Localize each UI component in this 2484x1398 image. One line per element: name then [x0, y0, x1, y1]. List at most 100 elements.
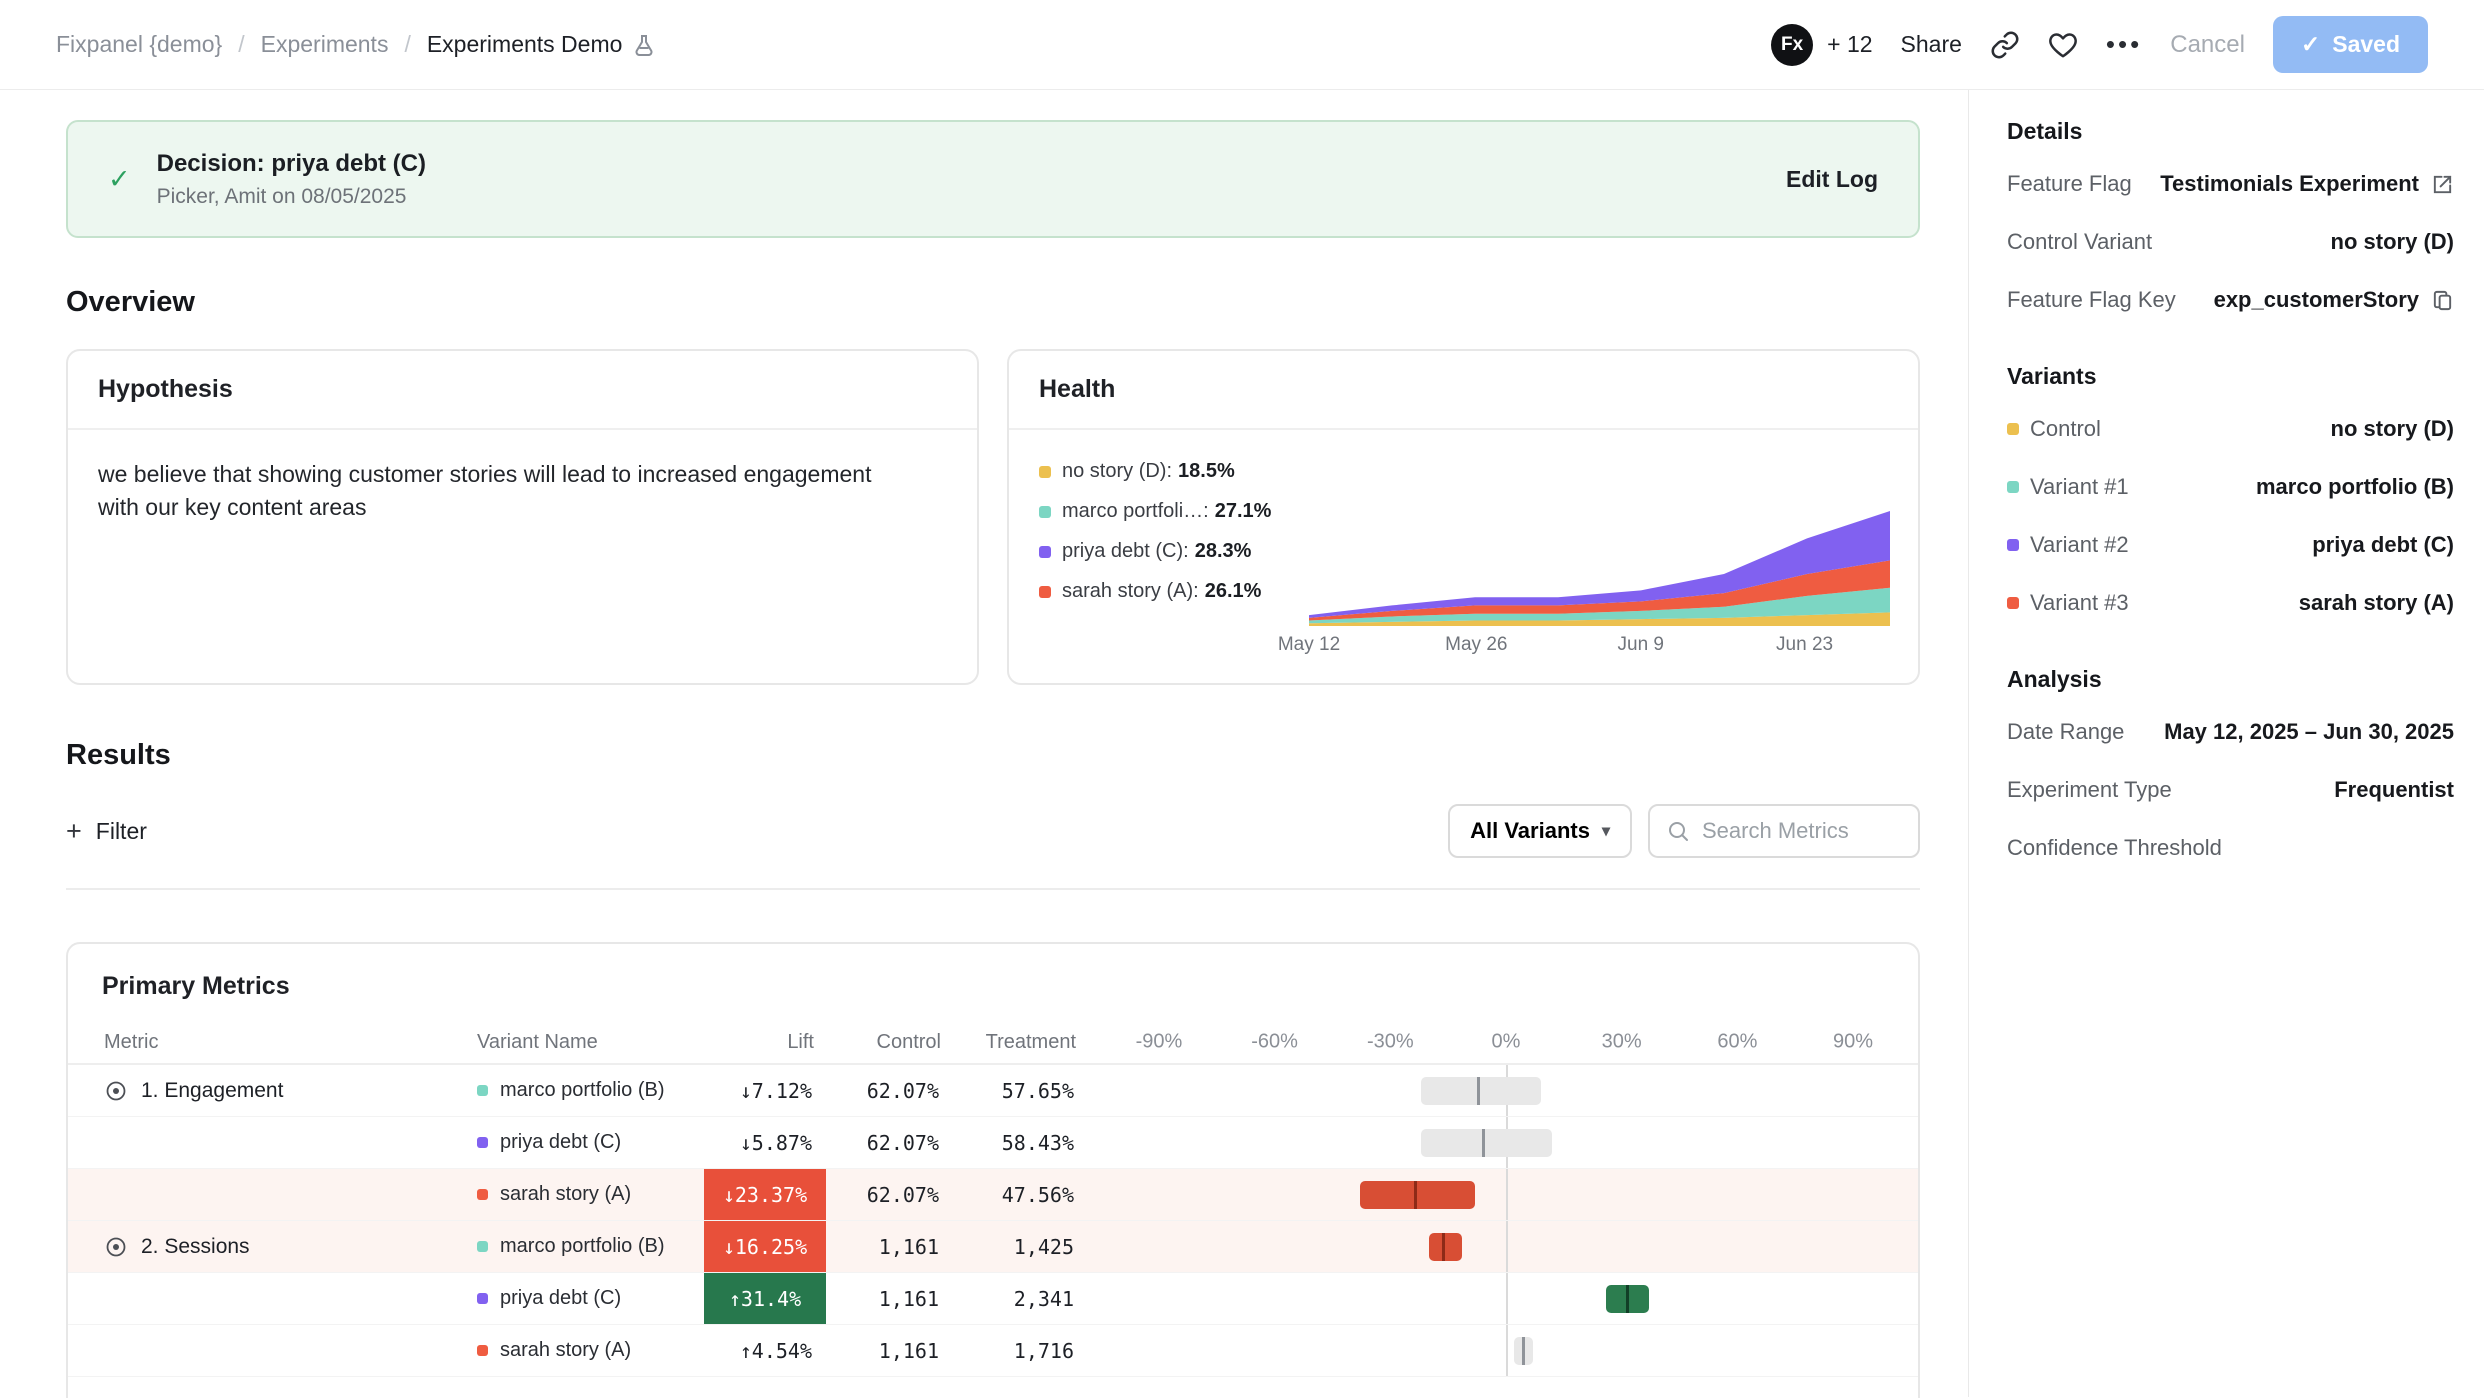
- control-cell: 1,161: [826, 1287, 953, 1311]
- sidebar-label: Variant #3: [2007, 590, 2129, 616]
- metric-row[interactable]: 1. Engagementmarco portfolio (B)↓7.12%62…: [68, 1065, 1918, 1117]
- health-card: Health no story (D):18.5%marco portfoli……: [1007, 349, 1920, 685]
- search-box[interactable]: [1648, 804, 1920, 858]
- variants-dropdown[interactable]: All Variants ▾: [1448, 804, 1632, 858]
- point-estimate-tick: [1414, 1181, 1417, 1209]
- zero-line: [1506, 1221, 1508, 1272]
- details-sidebar: Details Feature FlagTestimonials Experim…: [1968, 90, 2484, 1397]
- point-estimate-tick: [1477, 1077, 1480, 1105]
- metric-row[interactable]: sarah story (A)↓23.37%62.07%47.56%: [68, 1169, 1918, 1221]
- variant-cell: priya debt (C): [477, 1287, 704, 1310]
- sidebar-value: May 12, 2025 – Jun 30, 2025: [2164, 719, 2454, 745]
- metrics-table-header: Metric Variant Name Lift Control Treatme…: [68, 1021, 1918, 1065]
- control-cell: 62.07%: [826, 1183, 953, 1207]
- col-treatment: Treatment: [953, 1031, 1088, 1054]
- sidebar-value[interactable]: Testimonials Experiment: [2160, 171, 2454, 197]
- variant-swatch: [477, 1293, 488, 1304]
- target-icon: [104, 1235, 128, 1259]
- lift-cell: ↑31.4%: [704, 1273, 826, 1324]
- axis-tick-label: -30%: [1367, 1031, 1414, 1054]
- sidebar-label: Experiment Type: [2007, 777, 2172, 803]
- legend-value: 26.1%: [1205, 580, 1262, 603]
- variant-swatch: [477, 1241, 488, 1252]
- metric-row[interactable]: priya debt (C)↓5.87%62.07%58.43%: [68, 1117, 1918, 1169]
- favorite-heart-icon[interactable]: [2048, 30, 2078, 60]
- zero-line: [1506, 1325, 1508, 1376]
- metric-name: 2. Sessions: [141, 1235, 250, 1259]
- axis-tick-label: 30%: [1602, 1031, 1642, 1054]
- lift-cell: ↓5.87%: [704, 1117, 826, 1168]
- check-icon: ✓: [108, 164, 131, 195]
- topbar: Fixpanel {demo}/Experiments/Experiments …: [0, 0, 2484, 90]
- saved-button[interactable]: ✓ Saved: [2273, 16, 2428, 73]
- x-axis-label: May 26: [1445, 634, 1507, 656]
- sidebar-row: Feature Flag Keyexp_customerStory: [2007, 271, 2454, 329]
- control-cell: 1,161: [826, 1339, 953, 1363]
- sidebar-row: Variant #2priya debt (C): [2007, 516, 2454, 574]
- axis-tick-label: 60%: [1717, 1031, 1757, 1054]
- overview-heading: Overview: [66, 286, 1920, 319]
- clipboard-icon: [2431, 289, 2454, 312]
- collaborator-count[interactable]: + 12: [1827, 31, 1872, 58]
- avatar[interactable]: Fx: [1771, 24, 1813, 66]
- treatment-cell: 1,425: [953, 1235, 1088, 1259]
- legend-swatch: [1039, 466, 1051, 478]
- sidebar-label: Variant #1: [2007, 474, 2129, 500]
- breadcrumb-item[interactable]: Fixpanel {demo}: [56, 31, 222, 58]
- metric-row[interactable]: sarah story (A)↑4.54%1,1611,716: [68, 1325, 1918, 1377]
- health-title: Health: [1009, 351, 1918, 430]
- control-cell: 62.07%: [826, 1079, 953, 1103]
- sidebar-label: Feature Flag: [2007, 171, 2132, 197]
- variant-swatch: [477, 1137, 488, 1148]
- variant-swatch: [2007, 597, 2019, 609]
- confidence-interval-bar: [1429, 1233, 1462, 1261]
- breadcrumb-item[interactable]: Experiments: [261, 31, 389, 58]
- lift-cell: ↓7.12%: [704, 1065, 826, 1116]
- confidence-interval-cell: [1088, 1325, 1918, 1376]
- cancel-button[interactable]: Cancel: [2170, 31, 2245, 59]
- treatment-cell: 57.65%: [953, 1079, 1088, 1103]
- axis-tick-label: 90%: [1833, 1031, 1873, 1054]
- legend-value: 18.5%: [1178, 460, 1235, 483]
- confidence-interval-cell: [1088, 1065, 1918, 1116]
- metric-row[interactable]: priya debt (C)↑31.4%1,1612,341: [68, 1273, 1918, 1325]
- details-section: Details Feature FlagTestimonials Experim…: [2007, 118, 2454, 329]
- breadcrumb-item[interactable]: Experiments Demo: [427, 31, 657, 58]
- sidebar-label: Variant #2: [2007, 532, 2129, 558]
- stacked-area-chart: [1309, 511, 1890, 626]
- search-metrics-input[interactable]: [1702, 818, 1902, 844]
- legend-name: no story (D):: [1062, 460, 1172, 483]
- sidebar-label: Date Range: [2007, 719, 2124, 745]
- share-button[interactable]: Share: [1901, 31, 1962, 58]
- sidebar-value[interactable]: exp_customerStory: [2214, 287, 2454, 313]
- filter-button[interactable]: + Filter: [66, 816, 147, 847]
- analysis-section: Analysis Date RangeMay 12, 2025 – Jun 30…: [2007, 666, 2454, 877]
- hypothesis-card: Hypothesis we believe that showing custo…: [66, 349, 979, 685]
- plus-icon: +: [66, 816, 82, 847]
- x-axis-label: Jun 9: [1618, 634, 1664, 656]
- edit-log-button[interactable]: Edit Log: [1786, 166, 1878, 193]
- divider: [66, 888, 1920, 890]
- variant-name: sarah story (A): [500, 1339, 631, 1362]
- sidebar-row: Feature Flag Testimonials Experiment: [2007, 155, 2454, 213]
- legend-item: sarah story (A):26.1%: [1039, 580, 1309, 603]
- treatment-cell: 2,341: [953, 1287, 1088, 1311]
- metric-row[interactable]: 2. Sessionsmarco portfolio (B)↓16.25%1,1…: [68, 1221, 1918, 1273]
- confidence-interval-bar: [1606, 1285, 1648, 1313]
- legend-item: no story (D): 18.5%: [1039, 460, 1309, 483]
- confidence-interval-bar: [1360, 1181, 1476, 1209]
- add-metric-button[interactable]: + Add: [68, 1377, 211, 1398]
- variant-swatch: [2007, 423, 2019, 435]
- col-lift: Lift: [704, 1031, 826, 1054]
- variant-swatch: [477, 1085, 488, 1096]
- more-menu-icon[interactable]: •••: [2106, 29, 2142, 60]
- hypothesis-text: we believe that showing customer stories…: [68, 430, 948, 551]
- link-icon[interactable]: [1990, 30, 2020, 60]
- sidebar-row: Control Variantno story (D): [2007, 213, 2454, 271]
- variant-name: marco portfolio (B): [500, 1079, 665, 1102]
- sidebar-row: Controlno story (D): [2007, 400, 2454, 458]
- sidebar-row: Experiment TypeFrequentist: [2007, 761, 2454, 819]
- point-estimate-tick: [1442, 1233, 1445, 1261]
- variant-name: priya debt (C): [500, 1131, 621, 1154]
- metrics-table-body: 1. Engagementmarco portfolio (B)↓7.12%62…: [68, 1065, 1918, 1377]
